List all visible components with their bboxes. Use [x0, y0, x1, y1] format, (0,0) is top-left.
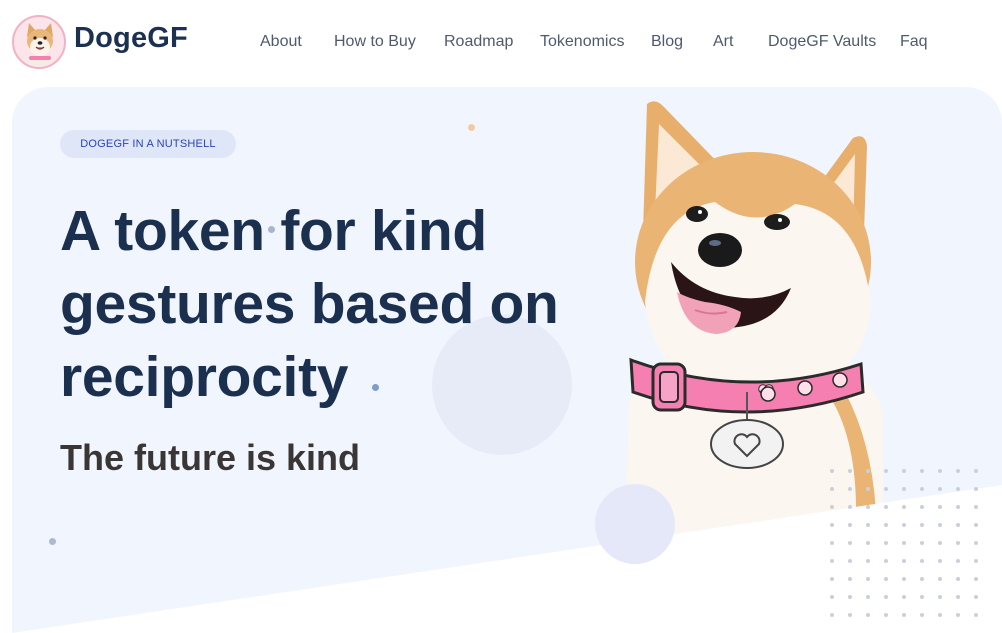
nav-link-how-to-buy[interactable]: How to Buy [334, 33, 416, 51]
shiba-avatar-icon [27, 23, 53, 67]
nav-link-blog[interactable]: Blog [651, 33, 683, 51]
hero-section: DOGEGF IN A NUTSHELL A token for kind ge… [12, 87, 1002, 633]
nav-link-roadmap[interactable]: Roadmap [444, 33, 513, 51]
nav-link-dogegf-vaults[interactable]: DogeGF Vaults [768, 33, 876, 51]
brand-name[interactable]: DogeGF [74, 22, 188, 55]
site-header: DogeGF About How to Buy Roadmap Tokenomi… [0, 0, 1002, 86]
nav-link-art[interactable]: Art [713, 33, 733, 51]
decorative-circle-small [595, 484, 675, 564]
decorative-dot-grid [830, 469, 978, 617]
nav-link-about[interactable]: About [260, 33, 302, 51]
page: DogeGF About How to Buy Roadmap Tokenomi… [0, 0, 1002, 633]
nav-link-tokenomics[interactable]: Tokenomics [540, 33, 624, 51]
nav-link-faq[interactable]: Faq [900, 33, 928, 51]
logo-dog-icon[interactable] [12, 15, 66, 69]
